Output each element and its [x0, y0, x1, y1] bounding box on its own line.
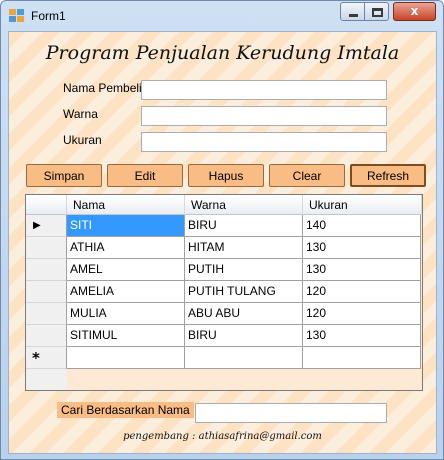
row-header[interactable]: [26, 237, 67, 259]
form-client-area: Program Penjualan Kerudung Imtala Nama P…: [8, 31, 437, 454]
ukuran-label: Ukuran: [63, 133, 102, 147]
cell-warna[interactable]: ABU ABU: [185, 303, 303, 325]
app-icon: [9, 9, 25, 23]
ukuran-input[interactable]: [141, 132, 387, 152]
nama-pembeli-input[interactable]: [141, 80, 387, 100]
column-header-nama[interactable]: Nama: [67, 195, 185, 215]
cell-warna[interactable]: PUTIH: [185, 259, 303, 281]
cell-nama[interactable]: [67, 347, 185, 369]
cell-warna[interactable]: HITAM: [185, 237, 303, 259]
new-row-asterisk-icon: *: [32, 349, 40, 367]
cell-ukuran[interactable]: 130: [303, 325, 421, 347]
row-header[interactable]: ▶: [26, 215, 67, 237]
close-icon: x: [410, 4, 419, 18]
column-header-ukuran[interactable]: Ukuran: [303, 195, 422, 215]
cell-ukuran[interactable]: 130: [303, 259, 421, 281]
row-header[interactable]: [26, 303, 67, 325]
cell-warna[interactable]: PUTIH TULANG: [185, 281, 303, 303]
cell-nama[interactable]: SITI: [67, 215, 185, 237]
cell-nama[interactable]: AMELIA: [67, 281, 185, 303]
warna-label: Warna: [63, 107, 98, 121]
app-window: Form1 x Program Penjualan Kerudung Imtal…: [0, 0, 444, 460]
cell-nama[interactable]: ATHIA: [67, 237, 185, 259]
cell-nama[interactable]: AMEL: [67, 259, 185, 281]
new-row[interactable]: *: [26, 347, 422, 369]
cell-warna[interactable]: BIRU: [185, 215, 303, 237]
table-row[interactable]: AMELIA PUTIH TULANG 120: [26, 281, 422, 303]
nama-pembeli-label: Nama Pembeli: [63, 81, 142, 95]
table-row[interactable]: SITIMUL BIRU 130: [26, 325, 422, 347]
cell-ukuran[interactable]: 130: [303, 237, 421, 259]
cell-ukuran[interactable]: 120: [303, 281, 421, 303]
hapus-button[interactable]: Hapus: [188, 164, 264, 187]
refresh-button[interactable]: Refresh: [350, 164, 426, 187]
edit-button[interactable]: Edit: [107, 164, 183, 187]
table-row[interactable]: ▶ SITI BIRU 140: [26, 215, 422, 237]
cell-nama[interactable]: SITIMUL: [67, 325, 185, 347]
table-row[interactable]: AMEL PUTIH 130: [26, 259, 422, 281]
row-header[interactable]: [26, 281, 67, 303]
minimize-button[interactable]: [340, 2, 365, 21]
maximize-icon: [372, 8, 383, 17]
row-header[interactable]: [26, 325, 67, 347]
row-header[interactable]: *: [26, 347, 67, 369]
minimize-icon: [349, 14, 358, 17]
cell-ukuran[interactable]: 120: [303, 303, 421, 325]
cell-ukuran[interactable]: [303, 347, 421, 369]
search-label: Cari Berdasarkan Nama: [57, 402, 194, 418]
developer-credit: pengembang : athiasafrina@gmail.com: [123, 431, 322, 442]
current-row-arrow-icon: ▶: [33, 220, 41, 231]
table-row[interactable]: MULIA ABU ABU 120: [26, 303, 422, 325]
table-row[interactable]: ATHIA HITAM 130: [26, 237, 422, 259]
warna-input[interactable]: [141, 106, 387, 126]
search-input[interactable]: [195, 403, 387, 423]
title-bar[interactable]: Form1 x: [1, 1, 443, 31]
simpan-button[interactable]: Simpan: [26, 164, 102, 187]
column-header-warna[interactable]: Warna: [185, 195, 303, 215]
maximize-button[interactable]: [364, 2, 389, 21]
clear-button[interactable]: Clear: [269, 164, 345, 187]
cell-ukuran[interactable]: 140: [303, 215, 421, 237]
close-button[interactable]: x: [393, 2, 436, 21]
grid-header: Nama Warna Ukuran: [26, 195, 422, 215]
cell-nama[interactable]: MULIA: [67, 303, 185, 325]
cell-warna[interactable]: [185, 347, 303, 369]
grid-corner-header: [26, 195, 67, 215]
cell-warna[interactable]: BIRU: [185, 325, 303, 347]
page-title: Program Penjualan Kerudung Imtala: [45, 42, 400, 64]
window-title: Form1: [31, 9, 66, 23]
data-grid[interactable]: Nama Warna Ukuran ▶ SITI BIRU 140 ATHIA …: [25, 194, 423, 391]
row-header[interactable]: [26, 259, 67, 281]
